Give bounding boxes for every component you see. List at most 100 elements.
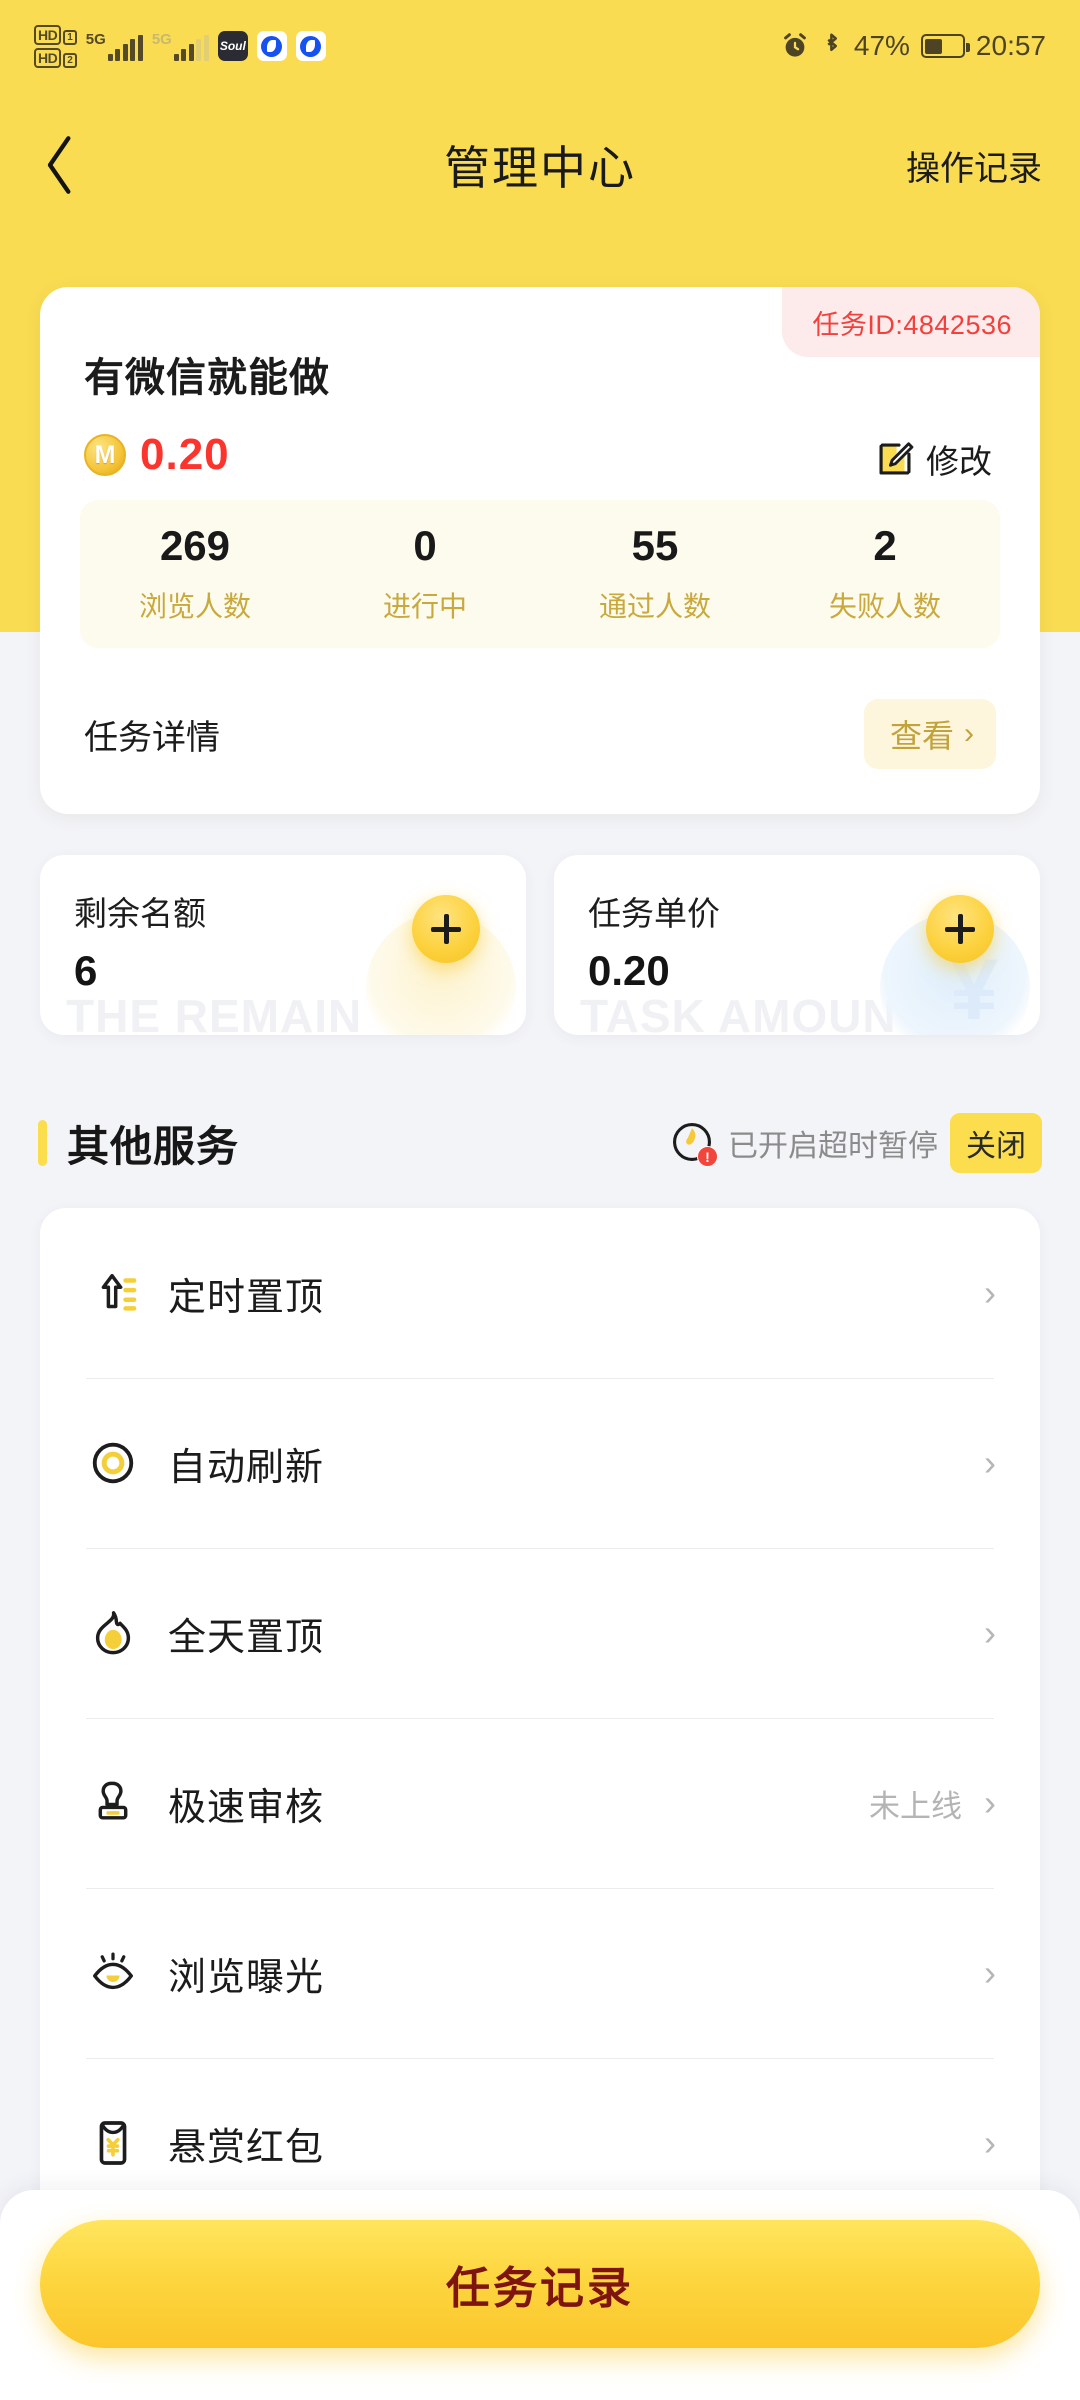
chevron-right-icon: › xyxy=(964,717,974,750)
task-price-row: M 0.20 xyxy=(84,430,230,480)
alert-badge: ! xyxy=(697,1146,718,1167)
app-screen: HD 1 HD 2 5G 5G Soul 47% 20:57 管理中心 操作记录… xyxy=(0,0,1080,2400)
timeout-pause-group: ! 已开启超时暂停 关闭 xyxy=(670,1113,1042,1173)
stat-in-progress-value: 0 xyxy=(413,521,437,569)
stat-views-value: 269 xyxy=(159,521,231,569)
edit-label: 修改 xyxy=(926,443,992,480)
status-bar: HD 1 HD 2 5G 5G Soul 47% 20:57 xyxy=(0,0,1080,92)
view-detail-button[interactable]: 查看 › xyxy=(863,699,996,769)
coin-icon: M xyxy=(84,434,126,476)
nav-bar: 管理中心 操作记录 xyxy=(0,100,1080,230)
task-detail-label: 任务详情 xyxy=(84,718,220,757)
clock-label: 20:57 xyxy=(975,30,1046,61)
chevron-right-icon: › xyxy=(984,1782,996,1823)
services-list: 定时置顶 › 自动刷新 › 全天置顶 › 极速审核 未上线 › 浏览曝光 › 悬… xyxy=(40,1208,1040,2230)
unit-price-label: 任务单价 xyxy=(588,895,720,932)
task-price: 0.20 xyxy=(140,430,230,479)
soul-app-icon: Soul xyxy=(217,31,248,61)
stat-failed-label: 失败人数 xyxy=(828,591,941,623)
remaining-quota-value: 6 xyxy=(74,947,98,994)
stat-views: 269 浏览人数 xyxy=(80,521,310,625)
status-bar-left: HD 1 HD 2 5G 5G Soul xyxy=(34,24,326,68)
chevron-right-icon: › xyxy=(984,1612,996,1653)
hd1-label: HD xyxy=(34,24,62,45)
signal-sim2: 5G xyxy=(152,32,209,61)
stat-passed-label: 通过人数 xyxy=(598,591,711,623)
hd2-label: HD xyxy=(34,47,62,68)
flame-icon xyxy=(86,1606,140,1660)
red-packet-icon xyxy=(86,2116,140,2170)
battery-percent-label: 47% xyxy=(853,30,910,61)
refresh-target-icon xyxy=(86,1436,140,1490)
unit-price-card[interactable]: TASK AMOUN ¥ 任务单价 0.20 xyxy=(554,855,1040,1035)
signal-sim1: 5G xyxy=(86,32,143,61)
task-detail-row[interactable]: 任务详情 查看 › xyxy=(40,654,1040,814)
stat-in-progress: 0 进行中 xyxy=(310,521,540,625)
chevron-right-icon: › xyxy=(984,1272,996,1313)
unit-price-value: 0.20 xyxy=(588,947,670,994)
add-price-button[interactable] xyxy=(926,895,994,963)
task-card: 任务ID:4842536 有微信就能做 M 0.20 修改 269 浏览人数 0 xyxy=(40,287,1040,814)
stat-failed: 2 失败人数 xyxy=(770,521,1000,625)
service-label: 全天置顶 xyxy=(168,1616,325,1659)
volte-indicators: HD 1 HD 2 xyxy=(34,24,77,68)
service-row-browse-exposure[interactable]: 浏览曝光 › xyxy=(40,1888,1040,2058)
notification-app-icon-2 xyxy=(295,31,326,61)
network-type-1-label: 5G xyxy=(85,30,106,48)
chevron-right-icon: › xyxy=(984,1952,996,1993)
signal-bars-1-icon xyxy=(107,34,143,61)
remaining-quota-label: 剩余名额 xyxy=(74,895,206,932)
status-bar-right: 47% 20:57 xyxy=(780,30,1046,62)
notification-app-icon-1 xyxy=(256,31,287,61)
task-id-badge: 任务ID:4842536 xyxy=(782,287,1040,357)
network-type-2-label: 5G xyxy=(151,30,172,48)
close-timeout-pause-button[interactable]: 关闭 xyxy=(950,1113,1042,1173)
hd2-icon: HD 2 xyxy=(34,47,77,68)
service-label: 浏览曝光 xyxy=(168,1956,325,1999)
other-services-header: 其他服务 ! 已开启超时暂停 关闭 xyxy=(0,1093,1080,1193)
bottom-bar: 任务记录 xyxy=(0,2190,1080,2400)
chevron-right-icon: › xyxy=(984,1442,996,1483)
edit-icon xyxy=(876,440,914,478)
service-status-note: 未上线 xyxy=(869,1788,962,1824)
view-detail-label: 查看 xyxy=(889,718,954,754)
stat-in-progress-label: 进行中 xyxy=(382,591,467,623)
hd2-sim: 2 xyxy=(63,52,77,68)
add-quota-button[interactable] xyxy=(412,895,480,963)
stat-passed-value: 55 xyxy=(631,521,679,569)
stat-failed-value: 2 xyxy=(873,521,897,569)
remaining-quota-watermark: THE REMAIN xyxy=(66,990,363,1035)
service-label: 悬赏红包 xyxy=(168,2126,325,2169)
hd1-icon: HD 1 xyxy=(34,24,77,45)
remaining-quota-card[interactable]: THE REMAIN 剩余名额 6 xyxy=(40,855,526,1035)
task-title: 有微信就能做 xyxy=(84,356,330,400)
service-row-scheduled-top[interactable]: 定时置顶 › xyxy=(40,1208,1040,1378)
timeout-clock-icon: ! xyxy=(670,1120,718,1167)
task-record-button[interactable]: 任务记录 xyxy=(40,2220,1040,2348)
mini-card-row: THE REMAIN 剩余名额 6 TASK AMOUN ¥ 任务单价 0.20 xyxy=(40,855,1040,1035)
stat-views-label: 浏览人数 xyxy=(138,591,251,623)
section-title: 其他服务 xyxy=(67,1122,240,1170)
edit-button[interactable]: 修改 xyxy=(876,435,992,483)
service-row-allday-top[interactable]: 全天置顶 › xyxy=(40,1548,1040,1718)
operation-log-link[interactable]: 操作记录 xyxy=(906,141,1042,190)
section-accent-bar xyxy=(38,1120,47,1166)
service-row-auto-refresh[interactable]: 自动刷新 › xyxy=(40,1378,1040,1548)
chevron-right-icon: › xyxy=(984,2122,996,2163)
eye-icon xyxy=(86,1946,140,2000)
service-label: 定时置顶 xyxy=(168,1276,325,1319)
unit-price-watermark: TASK AMOUN xyxy=(580,990,897,1035)
timeout-pause-status: 已开启超时暂停 xyxy=(728,1130,938,1163)
battery-icon xyxy=(920,34,970,58)
arrow-up-lines-icon xyxy=(86,1266,140,1320)
signal-bars-2-icon xyxy=(173,34,209,61)
service-label: 极速审核 xyxy=(168,1786,325,1829)
service-row-fast-review[interactable]: 极速审核 未上线 › xyxy=(40,1718,1040,1888)
alarm-icon xyxy=(780,31,810,61)
stamp-icon xyxy=(86,1776,140,1830)
service-label: 自动刷新 xyxy=(168,1446,325,1489)
hd1-sim: 1 xyxy=(63,29,77,45)
stat-passed: 55 通过人数 xyxy=(540,521,770,625)
task-stats: 269 浏览人数 0 进行中 55 通过人数 2 失败人数 xyxy=(80,500,1000,648)
bluetooth-icon xyxy=(821,31,843,61)
